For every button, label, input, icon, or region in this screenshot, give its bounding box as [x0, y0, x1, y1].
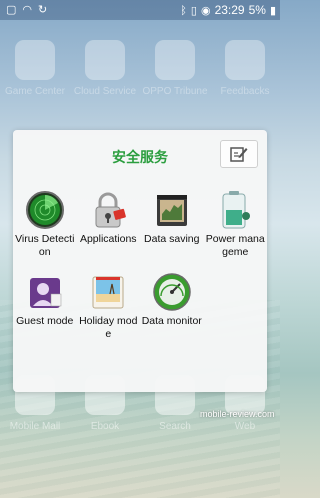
- battery-percent: 5%: [248, 3, 266, 17]
- home-app-label: Ebook: [90, 421, 120, 432]
- app-label: Virus Detection: [15, 233, 75, 258]
- home-app-label: Web: [234, 421, 256, 432]
- home-top-row: Game Center Cloud Service OPPO Tribune F…: [0, 40, 280, 120]
- edit-icon: [230, 147, 248, 162]
- home-app-cloud-service[interactable]: Cloud Service: [72, 40, 138, 120]
- bluetooth-icon: ᛒ: [180, 3, 187, 17]
- status-bar: ▢ ◠ ↻ ᛒ ▯ ◉ 23:29 5% ▮: [0, 0, 280, 20]
- padlock-icon: [95, 192, 127, 228]
- app-holiday-mode[interactable]: Holiday mode: [77, 272, 141, 354]
- app-virus-detection[interactable]: Virus Detection: [13, 190, 77, 272]
- data-saving-icon: [156, 195, 187, 226]
- vibrate-icon: ▯: [190, 3, 197, 17]
- notification-box-icon: ▢: [6, 3, 17, 16]
- watermark: mobile-review.com: [200, 409, 275, 419]
- gauge-icon: [153, 273, 191, 311]
- battery-icon: [222, 191, 251, 229]
- home-app-feedbacks[interactable]: Feedbacks: [212, 40, 278, 120]
- home-app-oppo-tribune[interactable]: OPPO Tribune: [142, 40, 208, 120]
- home-app-label: Game Center: [4, 86, 66, 97]
- alarm-icon: ◉: [200, 3, 211, 17]
- battery-icon: ▮: [269, 3, 276, 17]
- app-label: Data saving: [144, 233, 200, 245]
- gamepad-icon: [15, 40, 55, 80]
- clock: 23:29: [214, 3, 245, 17]
- folder-app-grid: Virus Detection Applications Data saving: [13, 190, 267, 354]
- app-label: Applications: [79, 233, 137, 245]
- headset-icon: [225, 40, 265, 80]
- app-data-saving[interactable]: Data saving: [140, 190, 204, 272]
- folder-panel: 安全服务 Virus Detection Applications Data s…: [13, 130, 267, 392]
- sync-icon: ↻: [38, 3, 48, 16]
- home-app-label: Feedbacks: [220, 86, 270, 97]
- app-applications[interactable]: Applications: [77, 190, 141, 272]
- wifi-icon: ◠: [22, 3, 33, 16]
- cloud-icon: [85, 40, 125, 80]
- folder-edit-button[interactable]: [220, 140, 258, 168]
- holiday-icon: [92, 276, 124, 309]
- home-app-game-center[interactable]: Game Center: [2, 40, 68, 120]
- home-app-label: Cloud Service: [73, 86, 137, 97]
- home-app-label: Mobile Mall: [9, 421, 61, 432]
- chat-icon: [155, 40, 195, 80]
- app-guest-mode[interactable]: Guest mode: [13, 272, 77, 354]
- app-label: Holiday mode: [79, 315, 138, 340]
- app-label: Data monitor: [141, 315, 202, 327]
- app-label: Guest mode: [16, 315, 74, 327]
- home-app-label: Search: [159, 421, 191, 432]
- app-power-management[interactable]: Power manageme: [204, 190, 268, 272]
- app-label: Power manageme: [205, 233, 265, 258]
- home-app-label: OPPO Tribune: [142, 86, 208, 97]
- radar-icon: [25, 191, 64, 229]
- guest-icon: [29, 278, 61, 308]
- app-data-monitor[interactable]: Data monitor: [140, 272, 204, 354]
